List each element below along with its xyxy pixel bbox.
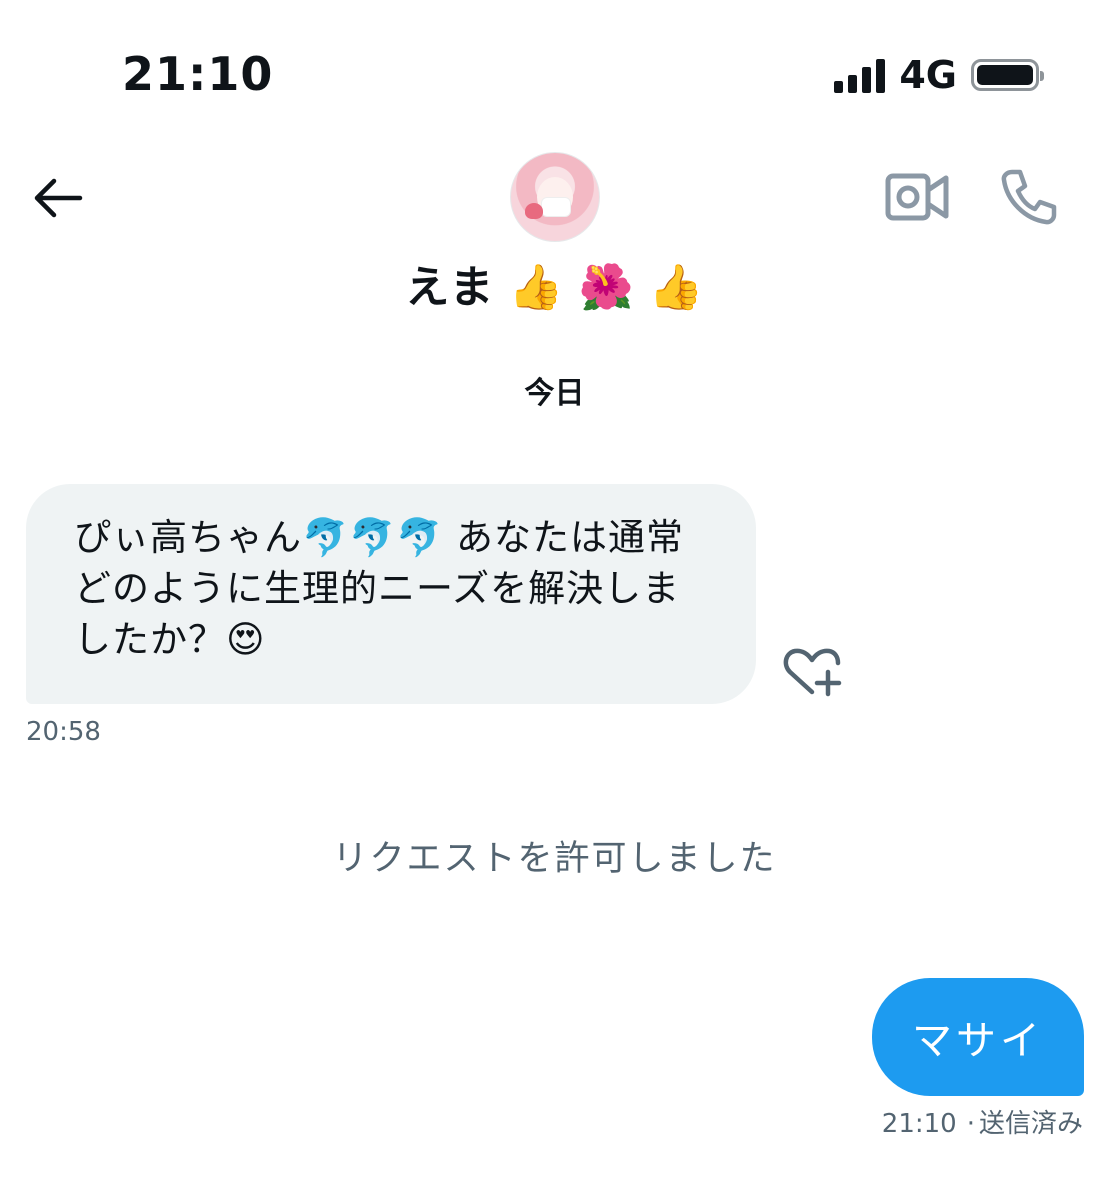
sent-message-time: 21:10 (881, 1109, 957, 1139)
received-message-bubble[interactable]: ぴぃ高ちゃん🐬🐬🐬 あなたは通常どのように生理的ニーズを解決しましたか？😍 (26, 484, 756, 704)
sent-message-text: マサイ (912, 1018, 1044, 1064)
contact-name[interactable]: えま 👍 🌺 👍 (0, 258, 1109, 318)
back-arrow-icon[interactable] (28, 168, 88, 228)
heart-plus-icon[interactable] (782, 646, 846, 698)
sent-message-meta: 21:10 · 送信済み (881, 1109, 1083, 1139)
video-camera-icon[interactable] (884, 168, 950, 226)
received-message-time: 20:58 (26, 717, 101, 747)
network-type: 4G (899, 53, 957, 97)
status-indicators: 4G (834, 50, 1044, 100)
status-time: 21:10 (122, 47, 274, 101)
phone-icon[interactable] (998, 166, 1060, 228)
sent-message-status: 送信済み (978, 1109, 1083, 1139)
sent-message-bubble[interactable]: マサイ (872, 978, 1084, 1096)
received-message-text: ぴぃ高ちゃん🐬🐬🐬 あなたは通常どのように生理的ニーズを解決しましたか？😍 (74, 516, 684, 661)
date-separator: 今日 (524, 376, 585, 411)
system-message: リクエストを許可しました (332, 839, 777, 879)
signal-bars-icon (834, 57, 886, 93)
contact-avatar[interactable] (510, 152, 600, 242)
battery-full-icon (971, 59, 1044, 91)
